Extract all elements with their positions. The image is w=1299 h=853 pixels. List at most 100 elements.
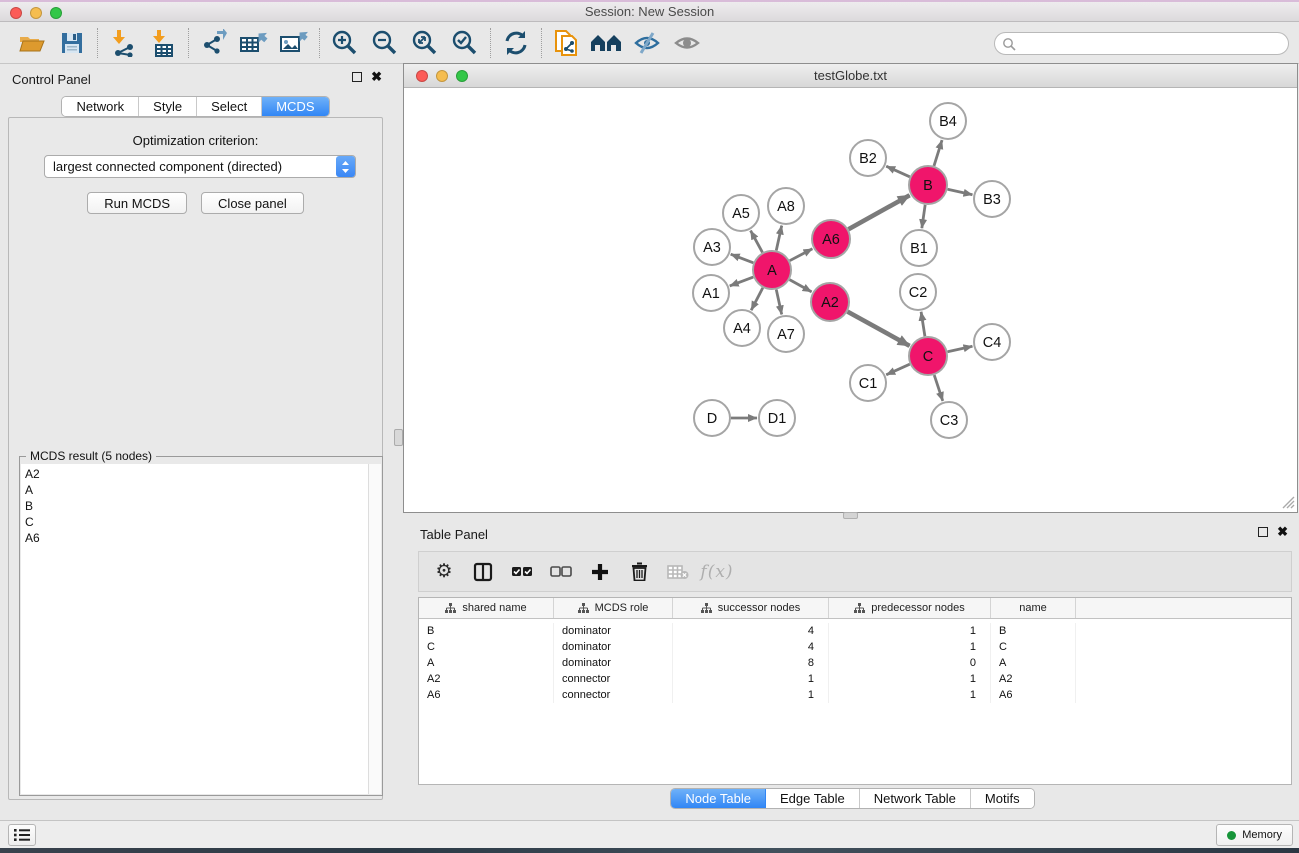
graph-edge-B-B1[interactable] <box>922 205 925 228</box>
open-session-button[interactable] <box>15 27 49 59</box>
table-row[interactable]: Bdominator41B <box>419 623 1291 639</box>
graph-edge-A-A1[interactable] <box>730 277 754 286</box>
criterion-dropdown[interactable]: largest connected component (directed) <box>44 155 356 178</box>
table-cell[interactable]: dominator <box>554 655 673 671</box>
graph-edge-A-A4[interactable] <box>751 288 763 310</box>
hide-panels-button[interactable] <box>630 27 664 59</box>
graph-node-B3[interactable]: B3 <box>974 181 1010 217</box>
graph-node-B4[interactable]: B4 <box>930 103 966 139</box>
graph-node-D1[interactable]: D1 <box>759 400 795 436</box>
table-cell[interactable]: 1 <box>673 687 829 703</box>
network-canvas[interactable]: B4B2BB3A8A5A6A3B1AC2A1A2A4A7C4CC1DD1C3 <box>404 88 1297 511</box>
zoom-in-button[interactable] <box>328 27 362 59</box>
network-zoom-button[interactable] <box>456 70 468 82</box>
table-cell[interactable]: 1 <box>829 687 991 703</box>
graph-edge-C-C4[interactable] <box>948 346 973 351</box>
table-cell[interactable]: 1 <box>829 639 991 655</box>
graph-node-B1[interactable]: B1 <box>901 230 937 266</box>
graph-node-C[interactable]: C <box>909 337 947 375</box>
table-cell[interactable]: B <box>991 623 1076 639</box>
deselect-all-button[interactable] <box>546 557 576 587</box>
table-row[interactable]: A2connector11A2 <box>419 671 1291 687</box>
graph-node-A1[interactable]: A1 <box>693 275 729 311</box>
table-cell[interactable]: 1 <box>673 671 829 687</box>
column-header-predecessor-nodes[interactable]: predecessor nodes <box>829 598 991 618</box>
graph-edge-B-B2[interactable] <box>886 166 910 177</box>
graph-node-A5[interactable]: A5 <box>723 195 759 231</box>
function-builder-button[interactable]: f(x) <box>702 557 732 587</box>
column-header-shared-name[interactable]: shared name <box>419 598 554 618</box>
graph-edge-A2-C[interactable] <box>848 312 910 346</box>
mcds-result-item[interactable]: B <box>25 498 364 514</box>
import-table-button[interactable] <box>146 27 180 59</box>
graph-edge-B-B4[interactable] <box>934 140 942 166</box>
zoom-out-button[interactable] <box>368 27 402 59</box>
graph-node-A8[interactable]: A8 <box>768 188 804 224</box>
table-cell[interactable]: dominator <box>554 623 673 639</box>
close-panel-button[interactable]: Close panel <box>201 192 304 214</box>
graph-node-C4[interactable]: C4 <box>974 324 1010 360</box>
graph-edge-B-B3[interactable] <box>948 189 973 194</box>
graph-node-A2[interactable]: A2 <box>811 283 849 321</box>
import-network-button[interactable] <box>106 27 140 59</box>
graph-edge-A-A7[interactable] <box>776 290 781 315</box>
first-neighbors-button[interactable] <box>590 27 624 59</box>
graph-node-A[interactable]: A <box>753 251 791 289</box>
tab-edge-table[interactable]: Edge Table <box>766 789 860 808</box>
close-button[interactable] <box>10 7 22 19</box>
zoom-selected-button[interactable] <box>448 27 482 59</box>
column-header-MCDS-role[interactable]: MCDS role <box>554 598 673 618</box>
search-input[interactable] <box>1020 33 1288 54</box>
export-network-button[interactable] <box>197 27 231 59</box>
graph-node-B2[interactable]: B2 <box>850 140 886 176</box>
graph-edge-A-A2[interactable] <box>790 280 812 292</box>
tab-network[interactable]: Network <box>62 97 139 116</box>
minimize-button[interactable] <box>30 7 42 19</box>
mcds-result-item[interactable]: A6 <box>25 530 364 546</box>
float-panel-icon[interactable] <box>1258 527 1268 537</box>
delete-table-button[interactable] <box>663 557 693 587</box>
close-panel-icon[interactable]: ✖ <box>1277 527 1288 537</box>
graph-node-A7[interactable]: A7 <box>768 316 804 352</box>
column-header-successor-nodes[interactable]: successor nodes <box>673 598 829 618</box>
zoom-button[interactable] <box>50 7 62 19</box>
table-cell[interactable]: B <box>419 623 554 639</box>
resize-grip-icon[interactable] <box>1282 496 1295 509</box>
graph-node-D[interactable]: D <box>694 400 730 436</box>
mcds-result-item[interactable]: A <box>25 482 364 498</box>
tab-style[interactable]: Style <box>139 97 197 116</box>
search-box[interactable] <box>994 32 1289 55</box>
network-window-titlebar[interactable]: testGlobe.txt <box>404 64 1297 88</box>
memory-button[interactable]: Memory <box>1216 824 1293 846</box>
mcds-result-item[interactable]: C <box>25 514 364 530</box>
mcds-result-list[interactable]: A2ABCA6 <box>21 464 381 794</box>
table-cell[interactable]: connector <box>554 671 673 687</box>
close-panel-icon[interactable]: ✖ <box>371 72 382 82</box>
table-cell[interactable]: 8 <box>673 655 829 671</box>
table-cell[interactable]: 1 <box>829 623 991 639</box>
scrollbar[interactable] <box>368 464 381 794</box>
graph-node-C2[interactable]: C2 <box>900 274 936 310</box>
zoom-fit-button[interactable] <box>408 27 442 59</box>
copy-current-style-button[interactable] <box>550 27 584 59</box>
run-mcds-button[interactable]: Run MCDS <box>87 192 187 214</box>
table-settings-button[interactable]: ⚙ <box>429 557 459 587</box>
table-row[interactable]: Cdominator41C <box>419 639 1291 655</box>
table-cell[interactable]: A6 <box>991 687 1076 703</box>
vertical-split-grip[interactable] <box>394 429 403 446</box>
table-row[interactable]: A6connector11A6 <box>419 687 1291 703</box>
tab-select[interactable]: Select <box>197 97 262 116</box>
add-column-button[interactable] <box>585 557 615 587</box>
table-cell[interactable]: A6 <box>419 687 554 703</box>
table-cell[interactable]: 4 <box>673 623 829 639</box>
export-table-button[interactable] <box>237 27 271 59</box>
table-cell[interactable]: C <box>991 639 1076 655</box>
table-cell[interactable]: 0 <box>829 655 991 671</box>
show-graphics-details-button[interactable] <box>670 27 704 59</box>
table-cell[interactable]: A <box>419 655 554 671</box>
tab-network-table[interactable]: Network Table <box>860 789 971 808</box>
graph-edge-A-A3[interactable] <box>731 254 754 263</box>
graph-edge-A-A6[interactable] <box>790 249 813 261</box>
column-header-name[interactable]: name <box>991 598 1076 618</box>
refresh-button[interactable] <box>499 27 533 59</box>
